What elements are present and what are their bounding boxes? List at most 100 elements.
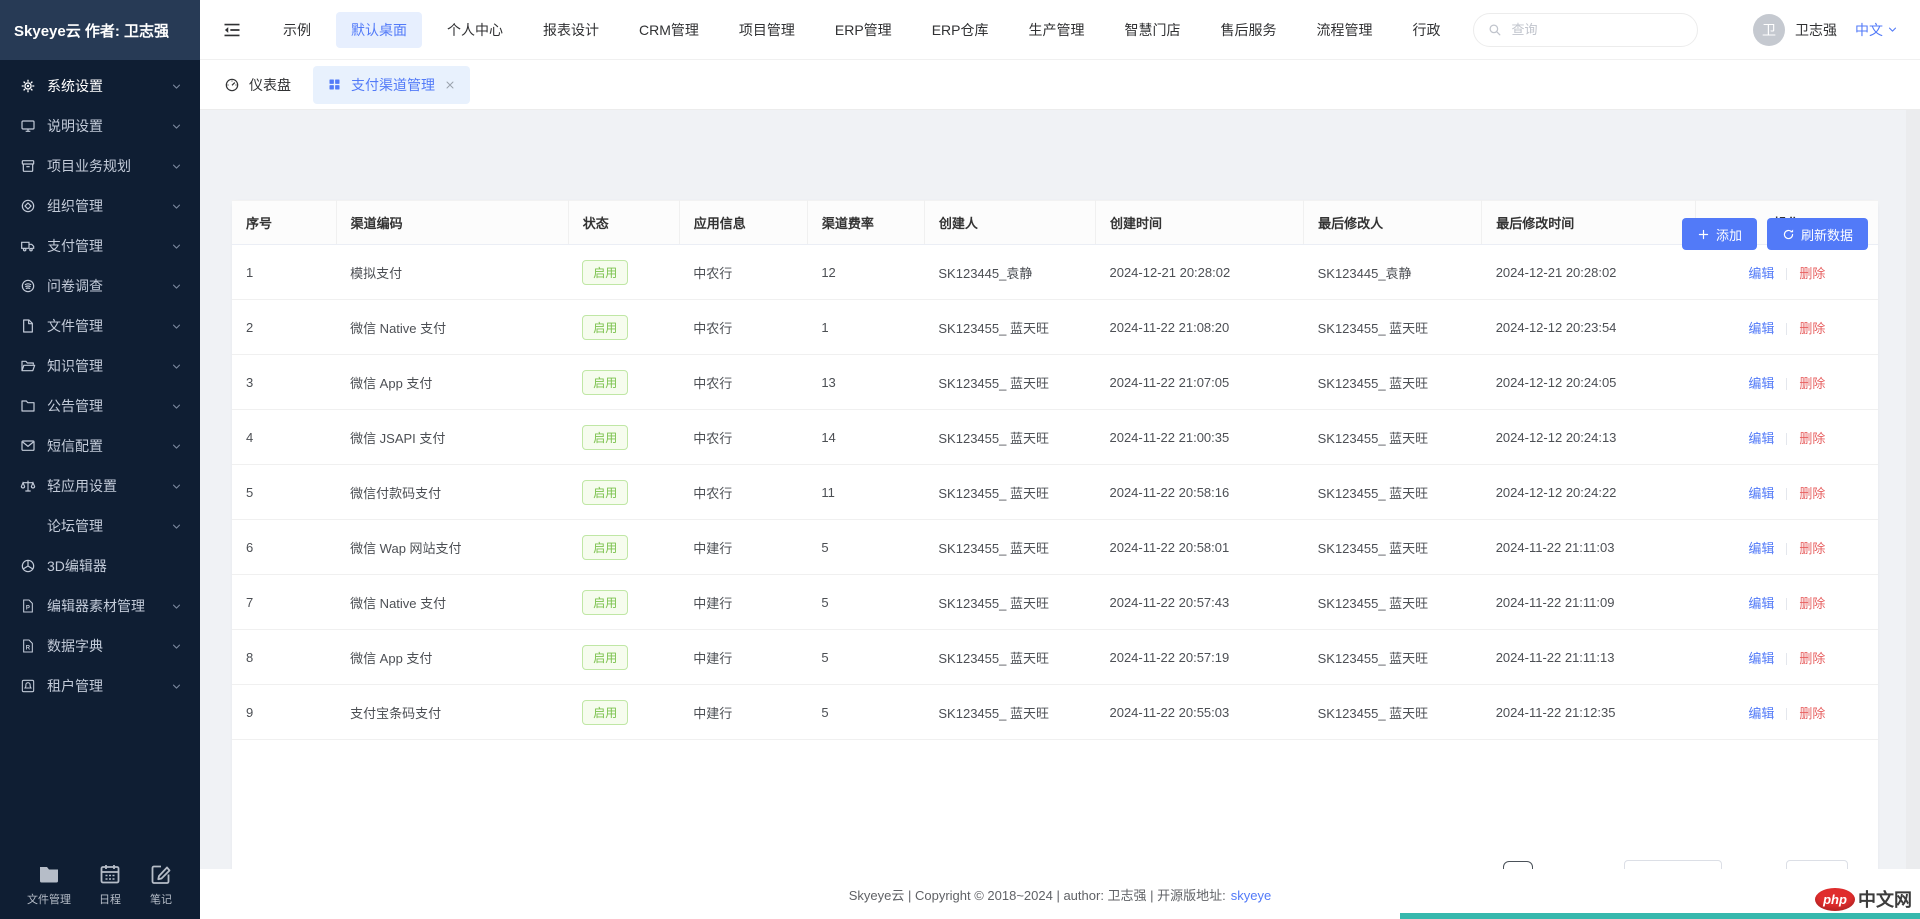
delete-link[interactable]: 删除 [1799,596,1825,611]
sidebar-item[interactable]: 3D编辑器 [0,546,200,586]
delete-link[interactable]: 删除 [1799,376,1825,391]
table-row: 2 微信 Native 支付 启用 中农行 1 SK123455_ 蓝天旺 20… [232,300,1878,355]
cell-modify-time: 2024-12-12 20:24:13 [1482,410,1696,465]
cell-channel-rate: 5 [807,630,924,685]
edit-link[interactable]: 编辑 [1748,706,1774,721]
nav-tab[interactable]: 流程管理 [1301,12,1387,48]
action-divider [1786,708,1787,720]
quick-item-label: 文件管理 [27,891,71,907]
row-actions: 编辑 删除 [1696,520,1878,575]
status-badge: 启用 [582,315,628,340]
sidebar-item[interactable]: 系统设置 [0,66,200,106]
sidebar-item-label: 公告管理 [47,396,103,416]
sidebar-item[interactable]: 项目业务规划 [0,146,200,186]
nav-tab[interactable]: 报表设计 [528,12,614,48]
sidebar-item[interactable]: 文件管理 [0,306,200,346]
nav-tab[interactable]: 个人中心 [432,12,518,48]
chevron-down-icon [171,681,182,692]
edit-link[interactable]: 编辑 [1748,321,1774,336]
nav-tab[interactable]: 生产管理 [1013,12,1099,48]
sidebar-item[interactable]: 组织管理 [0,186,200,226]
col-channel-rate: 渠道费率 [807,201,924,245]
table-row: 5 微信付款码支付 启用 中农行 11 SK123455_ 蓝天旺 2024-1… [232,465,1878,520]
tab-payment-channel-label: 支付渠道管理 [351,75,435,95]
col-status: 状态 [568,201,679,245]
sidebar-item[interactable]: 论坛管理 [0,506,200,546]
avatar[interactable]: 卫 [1753,14,1785,46]
edit-link[interactable]: 编辑 [1748,541,1774,556]
nav-tab[interactable]: CRM管理 [624,12,714,48]
sidebar-item[interactable]: 公告管理 [0,386,200,426]
tab-payment-channel[interactable]: 支付渠道管理 [313,66,470,104]
tab-dashboard[interactable]: 仪表盘 [224,75,291,95]
nav-tab[interactable]: ERP仓库 [917,12,1004,48]
sidebar-item[interactable]: 租户管理 [0,666,200,706]
search-box[interactable] [1473,13,1698,47]
cell-app-info: 中农行 [679,355,807,410]
main-content: 添加 刷新数据 序号 渠道编码 状态 应用信息 [200,110,1920,869]
delete-link[interactable]: 删除 [1799,321,1825,336]
delete-link[interactable]: 删除 [1799,266,1825,281]
sidebar-item-label: 租户管理 [47,676,103,696]
action-divider [1786,543,1787,555]
add-button[interactable]: 添加 [1682,218,1757,250]
quick-item-icon [98,862,122,886]
sidebar-item[interactable]: 问卷调查 [0,266,200,306]
sidebar-item[interactable]: 支付管理 [0,226,200,266]
edit-link[interactable]: 编辑 [1748,266,1774,281]
cell-create-time: 2024-12-21 20:28:02 [1095,245,1303,300]
chevron-down-icon [171,601,182,612]
edit-link[interactable]: 编辑 [1748,376,1774,391]
edit-link[interactable]: 编辑 [1748,651,1774,666]
language-selector[interactable]: 中文 [1855,20,1898,40]
col-channel-code: 渠道编码 [336,201,568,245]
col-app-info: 应用信息 [679,201,807,245]
cell-creator: SK123455_ 蓝天旺 [924,630,1095,685]
sidebar-quick-item[interactable]: 笔记 [149,862,173,907]
sidebar-item[interactable]: 轻应用设置 [0,466,200,506]
edit-link[interactable]: 编辑 [1748,486,1774,501]
menu-fold-icon[interactable] [222,20,242,40]
nav-tab[interactable]: 智慧门店 [1109,12,1195,48]
refresh-button[interactable]: 刷新数据 [1767,218,1868,250]
delete-link[interactable]: 删除 [1799,486,1825,501]
nav-tab[interactable]: 示例 [268,12,326,48]
sidebar-item[interactable]: 编辑器素材管理 [0,586,200,626]
cell-create-time: 2024-11-22 21:00:35 [1095,410,1303,465]
sidebar-item[interactable]: 短信配置 [0,426,200,466]
action-divider [1786,323,1787,335]
sidebar-item[interactable]: 知识管理 [0,346,200,386]
sidebar-item-label: 编辑器素材管理 [47,596,145,616]
nav-tab[interactable]: 默认桌面 [336,12,422,48]
nav-tab[interactable]: ERP管理 [820,12,907,48]
footer-skyeye-link[interactable]: skyeye [1231,888,1271,903]
cell-creator: SK123455_ 蓝天旺 [924,685,1095,740]
cell-channel-code: 微信 JSAPI 支付 [336,410,568,465]
sidebar-item[interactable]: 数据字典 [0,626,200,666]
action-divider [1786,598,1787,610]
chevron-down-icon [171,361,182,372]
sidebar-item[interactable]: 说明设置 [0,106,200,146]
status-badge: 启用 [582,370,628,395]
cell-modify-time: 2024-12-12 20:24:22 [1482,465,1696,520]
delete-link[interactable]: 删除 [1799,431,1825,446]
nav-tab[interactable]: 售后服务 [1205,12,1291,48]
sidebar-quick-item[interactable]: 日程 [98,862,122,907]
edit-link[interactable]: 编辑 [1748,431,1774,446]
edit-link[interactable]: 编辑 [1748,596,1774,611]
chevron-down-icon [171,321,182,332]
chevron-down-icon [171,161,182,172]
search-input[interactable] [1511,22,1684,37]
cell-channel-rate: 13 [807,355,924,410]
close-icon[interactable] [444,79,456,91]
row-actions: 编辑 删除 [1696,300,1878,355]
sidebar-quick-item[interactable]: 文件管理 [27,862,71,907]
nav-tab[interactable]: 行政 [1397,12,1455,48]
delete-link[interactable]: 删除 [1799,541,1825,556]
scrollbar[interactable] [1906,110,1920,869]
cell-modify-time: 2024-12-12 20:23:54 [1482,300,1696,355]
delete-link[interactable]: 删除 [1799,651,1825,666]
row-actions: 编辑 删除 [1696,465,1878,520]
delete-link[interactable]: 删除 [1799,706,1825,721]
nav-tab[interactable]: 项目管理 [724,12,810,48]
